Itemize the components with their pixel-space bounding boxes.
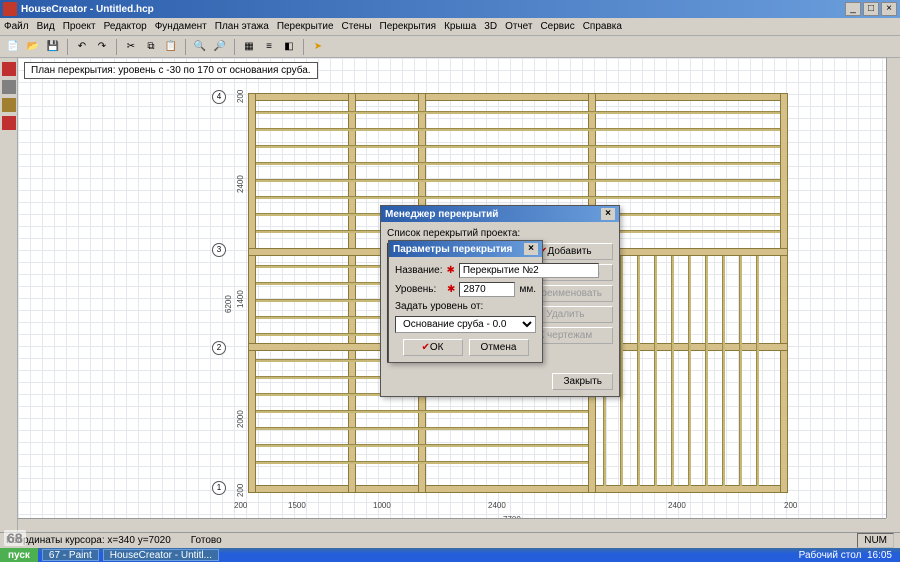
- start-button[interactable]: пуск: [0, 548, 38, 562]
- name-label: Название:: [395, 265, 442, 276]
- menu-item[interactable]: Справка: [583, 21, 622, 32]
- dim-label: 200: [236, 484, 245, 497]
- taskbar-item[interactable]: 67 - Paint: [42, 549, 99, 561]
- vertical-scrollbar[interactable]: [886, 58, 900, 518]
- from-select[interactable]: Основание сруба - 0.0: [395, 316, 536, 333]
- menu-item[interactable]: Крыша: [444, 21, 476, 32]
- new-icon[interactable]: 📄: [4, 38, 22, 56]
- from-label: Задать уровень от:: [395, 301, 536, 312]
- cancel-button[interactable]: Отмена: [469, 339, 529, 356]
- minimize-button[interactable]: _: [845, 2, 861, 16]
- dim-label: 2400: [668, 501, 686, 510]
- grid-icon[interactable]: ▦: [240, 38, 258, 56]
- horizontal-scrollbar[interactable]: [18, 518, 886, 532]
- dim-label: 1400: [236, 290, 245, 308]
- dialog-titlebar[interactable]: Менеджер перекрытий ×: [381, 206, 619, 222]
- dim-total: 6200: [224, 295, 233, 313]
- wall-tool-icon[interactable]: [2, 80, 16, 94]
- close-button[interactable]: Закрыть: [552, 373, 613, 390]
- status-ready: Готово: [191, 535, 222, 546]
- redo-icon[interactable]: ↷: [93, 38, 111, 56]
- separator: [185, 39, 186, 55]
- watermark: 68: [4, 530, 26, 546]
- menu-item[interactable]: Стены: [342, 21, 372, 32]
- menu-item[interactable]: 3D: [484, 21, 497, 32]
- menu-item[interactable]: Отчет: [505, 21, 532, 32]
- required-icon: ✱: [446, 265, 454, 276]
- status-bar: Координаты курсора: x=340 y=7020 Готово …: [0, 532, 900, 548]
- paste-icon[interactable]: 📋: [162, 38, 180, 56]
- grid-number: 1: [212, 481, 226, 495]
- cut-icon[interactable]: ✂: [122, 38, 140, 56]
- system-tray[interactable]: Рабочий стол 16:05: [791, 550, 900, 561]
- app-icon: [3, 2, 17, 16]
- dialog-close-icon[interactable]: ×: [601, 208, 615, 220]
- main-toolbar: 📄 📂 💾 ↶ ↷ ✂ ⧉ 📋 🔍 🔎 ▦ ≡ ◧ ➤: [0, 36, 900, 58]
- menu-item[interactable]: Файл: [4, 21, 29, 32]
- close-button[interactable]: ×: [881, 2, 897, 16]
- menu-item[interactable]: Перекрытия: [380, 21, 437, 32]
- select-tool-icon[interactable]: [2, 62, 16, 76]
- tray-time: 16:05: [867, 550, 892, 561]
- title-bar: HouseCreator - Untitled.hcp _ □ ×: [0, 0, 900, 18]
- status-num: NUM: [857, 533, 894, 548]
- separator: [303, 39, 304, 55]
- dialog-title: Параметры перекрытия: [393, 244, 512, 255]
- list-label: Список перекрытий проекта:: [387, 228, 613, 239]
- dim-label: 2000: [236, 410, 245, 428]
- params-dialog: Параметры перекрытия × Название: ✱ Урове…: [388, 240, 543, 363]
- ok-button[interactable]: ✔ОК: [403, 339, 463, 356]
- grid-number: 2: [212, 341, 226, 355]
- tool-sidebar: [0, 58, 18, 538]
- undo-icon[interactable]: ↶: [73, 38, 91, 56]
- dim-label: 200: [234, 501, 247, 510]
- copy-icon[interactable]: ⧉: [142, 38, 160, 56]
- required-icon: ✱: [447, 284, 455, 295]
- dialog-titlebar[interactable]: Параметры перекрытия ×: [389, 241, 542, 257]
- dim-label: 2400: [236, 175, 245, 193]
- dialog-title: Менеджер перекрытий: [385, 209, 498, 220]
- dim-label: 1500: [288, 501, 306, 510]
- grid-number: 4: [212, 90, 226, 104]
- status-coords: Координаты курсора: x=340 y=7020: [6, 535, 171, 546]
- dim-label: 200: [784, 501, 797, 510]
- maximize-button[interactable]: □: [863, 2, 879, 16]
- level-input[interactable]: [459, 282, 515, 297]
- view3d-icon[interactable]: ◧: [280, 38, 298, 56]
- menu-item[interactable]: Фундамент: [155, 21, 207, 32]
- dim-label: 2400: [488, 501, 506, 510]
- menu-item[interactable]: Сервис: [540, 21, 574, 32]
- beam-tool-icon[interactable]: [2, 98, 16, 112]
- measure-tool-icon[interactable]: [2, 116, 16, 130]
- level-label: Уровень:: [395, 284, 443, 295]
- app-title: HouseCreator - Untitled.hcp: [21, 4, 845, 15]
- menu-item[interactable]: Редактор: [104, 21, 147, 32]
- arrow-icon[interactable]: ➤: [309, 38, 327, 56]
- separator: [116, 39, 117, 55]
- dialog-close-icon[interactable]: ×: [524, 243, 538, 255]
- save-icon[interactable]: 💾: [44, 38, 62, 56]
- dim-label: 200: [236, 90, 245, 103]
- unit-label: мм.: [519, 284, 536, 295]
- menu-bar: Файл Вид Проект Редактор Фундамент План …: [0, 18, 900, 36]
- taskbar-item[interactable]: HouseCreator - Untitl...: [103, 549, 219, 561]
- layers-icon[interactable]: ≡: [260, 38, 278, 56]
- menu-item[interactable]: План этажа: [215, 21, 269, 32]
- taskbar: пуск 67 - Paint HouseCreator - Untitl...…: [0, 548, 900, 562]
- menu-item[interactable]: Проект: [63, 21, 96, 32]
- menu-item[interactable]: Перекрытие: [277, 21, 334, 32]
- zoom-in-icon[interactable]: 🔍: [191, 38, 209, 56]
- open-icon[interactable]: 📂: [24, 38, 42, 56]
- separator: [67, 39, 68, 55]
- dim-label: 1000: [373, 501, 391, 510]
- grid-number: 3: [212, 243, 226, 257]
- tray-label: Рабочий стол: [799, 550, 862, 561]
- zoom-out-icon[interactable]: 🔎: [211, 38, 229, 56]
- plan-header: План перекрытия: уровень с -30 по 170 от…: [24, 62, 318, 79]
- name-input[interactable]: [459, 263, 599, 278]
- menu-item[interactable]: Вид: [37, 21, 55, 32]
- separator: [234, 39, 235, 55]
